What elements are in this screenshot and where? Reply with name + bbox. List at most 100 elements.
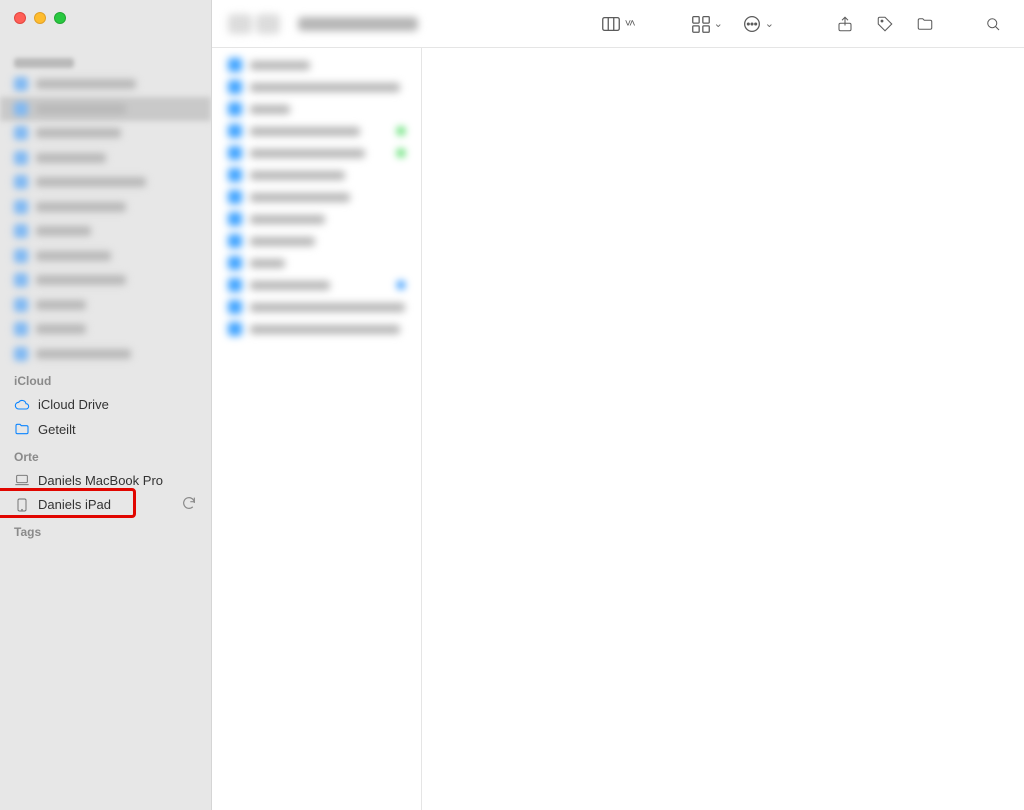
share-button[interactable] bbox=[830, 10, 860, 38]
folder-icon-blurred bbox=[14, 151, 28, 165]
folder-shared-icon bbox=[14, 421, 30, 437]
section-label-locations: Orte bbox=[0, 442, 211, 468]
forward-button-blurred[interactable] bbox=[256, 14, 280, 34]
sidebar-item-icloud-drive[interactable]: iCloud Drive bbox=[0, 393, 211, 417]
view-columns-button[interactable]: ˅˄ bbox=[596, 10, 638, 38]
folder-icon-blurred bbox=[228, 278, 242, 292]
list-item-blurred[interactable] bbox=[212, 54, 421, 76]
search-button[interactable] bbox=[978, 10, 1008, 38]
folder-icon-blurred bbox=[14, 224, 28, 238]
folder-icon-blurred bbox=[228, 146, 242, 160]
sidebar-item-blurred[interactable] bbox=[0, 293, 211, 317]
sidebar-item-label-blurred bbox=[36, 226, 91, 236]
folder-icon-blurred bbox=[14, 249, 28, 263]
sidebar-item-label: Daniels iPad bbox=[38, 497, 199, 512]
sidebar-item-ipad[interactable]: Daniels iPad bbox=[0, 493, 211, 517]
list-item-blurred[interactable] bbox=[212, 76, 421, 98]
column-preview bbox=[422, 48, 1024, 810]
file-name-blurred bbox=[250, 127, 360, 136]
content-area bbox=[212, 48, 1024, 810]
folder-icon-blurred bbox=[228, 256, 242, 270]
sidebar-item-label-blurred bbox=[36, 251, 111, 261]
file-name-blurred bbox=[250, 259, 285, 268]
list-item-blurred[interactable] bbox=[212, 120, 421, 142]
list-item-blurred[interactable] bbox=[212, 230, 421, 252]
section-label-tags: Tags bbox=[0, 517, 211, 543]
sidebar-content: iCloud iCloud Drive Geteilt Orte Daniels bbox=[0, 48, 211, 810]
updown-icon: ˅˄ bbox=[625, 18, 634, 30]
zoom-button[interactable] bbox=[54, 12, 66, 24]
sidebar-item-blurred[interactable] bbox=[0, 121, 211, 145]
list-item-blurred[interactable] bbox=[212, 274, 421, 296]
section-label-icloud: iCloud bbox=[0, 366, 211, 392]
sync-icon[interactable] bbox=[181, 495, 197, 511]
sidebar-item-label-blurred bbox=[36, 324, 86, 334]
tag-dot-green bbox=[397, 127, 405, 135]
sidebar-item-label: Daniels MacBook Pro bbox=[38, 473, 199, 488]
sidebar-item-label-blurred bbox=[36, 104, 126, 114]
file-name-blurred bbox=[250, 105, 290, 114]
folder-icon-blurred bbox=[228, 124, 242, 138]
list-item-blurred[interactable] bbox=[212, 186, 421, 208]
section-label-favorites-blurred bbox=[14, 58, 74, 68]
file-name-blurred bbox=[250, 303, 405, 312]
close-button[interactable] bbox=[14, 12, 26, 24]
folder-actions-button[interactable] bbox=[910, 10, 940, 38]
sidebar-item-blurred[interactable] bbox=[0, 195, 211, 219]
sidebar-item-blurred[interactable] bbox=[0, 342, 211, 366]
list-item-blurred[interactable] bbox=[212, 142, 421, 164]
toolbar: ˅˄ ⌄ ⌄ bbox=[212, 0, 1024, 48]
minimize-button[interactable] bbox=[34, 12, 46, 24]
sidebar-item-blurred[interactable] bbox=[0, 317, 211, 341]
back-button-blurred[interactable] bbox=[228, 14, 252, 34]
folder-icon-blurred bbox=[14, 77, 28, 91]
laptop-icon bbox=[14, 472, 30, 488]
window-title-blurred bbox=[298, 17, 418, 31]
sidebar-item-label-blurred bbox=[36, 128, 121, 138]
file-name-blurred bbox=[250, 325, 400, 334]
sidebar-item-blurred[interactable] bbox=[0, 219, 211, 243]
more-actions-button[interactable]: ⌄ bbox=[737, 10, 778, 38]
folder-icon-blurred bbox=[228, 80, 242, 94]
list-item-blurred[interactable] bbox=[212, 98, 421, 120]
group-by-button[interactable]: ⌄ bbox=[686, 10, 727, 38]
column-list bbox=[212, 48, 422, 810]
sidebar-item-label-blurred bbox=[36, 153, 106, 163]
folder-icon-blurred bbox=[228, 322, 242, 336]
chevron-down-icon: ⌄ bbox=[714, 17, 723, 30]
tag-dot-blue bbox=[397, 281, 405, 289]
folder-icon-blurred bbox=[228, 190, 242, 204]
chevron-down-icon: ⌄ bbox=[765, 17, 774, 30]
sidebar: iCloud iCloud Drive Geteilt Orte Daniels bbox=[0, 0, 212, 810]
folder-icon-blurred bbox=[14, 273, 28, 287]
file-name-blurred bbox=[250, 215, 325, 224]
sidebar-item-shared[interactable]: Geteilt bbox=[0, 417, 211, 441]
sidebar-item-blurred[interactable] bbox=[0, 72, 211, 96]
sidebar-item-blurred[interactable] bbox=[0, 146, 211, 170]
sidebar-item-label-blurred bbox=[36, 349, 131, 359]
main-area: ˅˄ ⌄ ⌄ bbox=[212, 0, 1024, 810]
sidebar-item-blurred[interactable] bbox=[0, 97, 211, 121]
sidebar-item-blurred[interactable] bbox=[0, 268, 211, 292]
tag-button[interactable] bbox=[870, 10, 900, 38]
sidebar-item-label-blurred bbox=[36, 79, 136, 89]
file-name-blurred bbox=[250, 171, 345, 180]
list-item-blurred[interactable] bbox=[212, 252, 421, 274]
sidebar-item-blurred[interactable] bbox=[0, 244, 211, 268]
list-item-blurred[interactable] bbox=[212, 318, 421, 340]
sidebar-item-macbook[interactable]: Daniels MacBook Pro bbox=[0, 468, 211, 492]
titlebar bbox=[0, 0, 211, 48]
file-name-blurred bbox=[250, 83, 400, 92]
list-item-blurred[interactable] bbox=[212, 296, 421, 318]
folder-icon-blurred bbox=[228, 300, 242, 314]
cloud-icon bbox=[14, 397, 30, 413]
folder-icon-blurred bbox=[14, 322, 28, 336]
list-item-blurred[interactable] bbox=[212, 164, 421, 186]
folder-icon-blurred bbox=[14, 102, 28, 116]
folder-icon-blurred bbox=[14, 347, 28, 361]
sidebar-item-label: Geteilt bbox=[38, 422, 199, 437]
list-item-blurred[interactable] bbox=[212, 208, 421, 230]
folder-icon-blurred bbox=[14, 200, 28, 214]
finder-window: iCloud iCloud Drive Geteilt Orte Daniels bbox=[0, 0, 1024, 810]
sidebar-item-blurred[interactable] bbox=[0, 170, 211, 194]
